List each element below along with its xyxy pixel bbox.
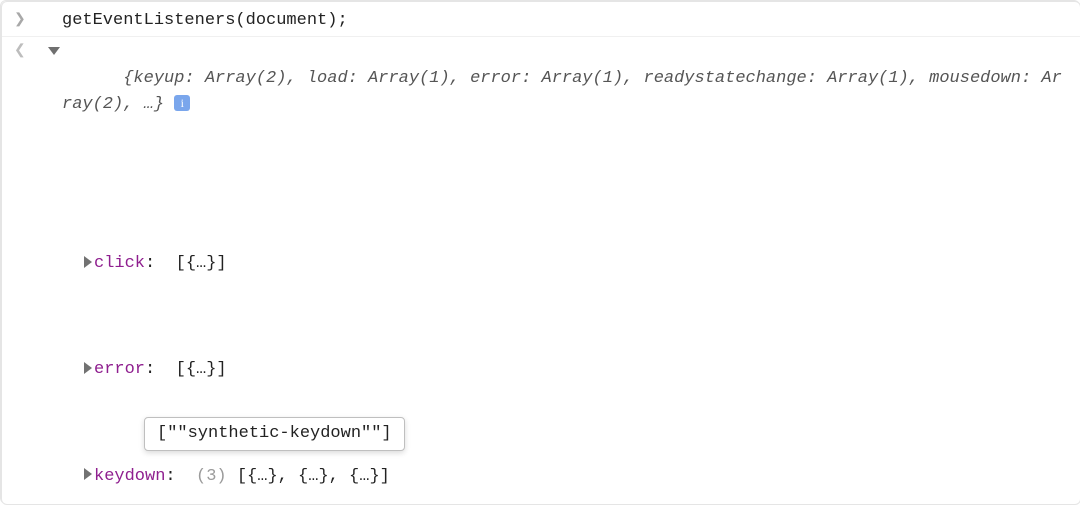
chevron-right-icon[interactable]: [84, 468, 92, 480]
chevron-right-icon[interactable]: [84, 362, 92, 374]
console-panel: ❯ getEventListeners(document); ❮ {keyup:…: [2, 2, 1080, 505]
chevron-right-icon[interactable]: [84, 256, 92, 268]
tree-row-keydown[interactable]: keydown: (3) [{…}, {…}, {…}]: [84, 463, 1070, 490]
console-output-row: ❮ {keyup: Array(2), load: Array(1), erro…: [2, 37, 1080, 505]
chevron-down-icon[interactable]: [48, 47, 60, 55]
info-icon[interactable]: i: [174, 95, 190, 111]
input-code[interactable]: getEventListeners(document);: [62, 8, 1070, 34]
prompt-in-icon: ❯: [14, 10, 26, 32]
object-summary[interactable]: {keyup: Array(2), load: Array(1), error:…: [62, 69, 1062, 114]
object-tree: click: [{…}] error: [{…}] keydown: (3) […: [62, 171, 1070, 505]
tooltip-text: [""synthetic-keydown""]: [157, 424, 392, 443]
prompt-out-icon: ❮: [14, 41, 26, 63]
tree-row-click[interactable]: click: [{…}]: [84, 250, 1070, 277]
output-content: {keyup: Array(2), load: Array(1), error:…: [62, 39, 1070, 505]
hover-tooltip: [""synthetic-keydown""]: [144, 417, 405, 451]
console-input-row: ❯ getEventListeners(document);: [2, 6, 1080, 37]
tree-row-error[interactable]: error: [{…}]: [84, 356, 1070, 383]
output-gutter: ❮: [14, 39, 62, 63]
input-gutter: ❯: [14, 8, 62, 32]
